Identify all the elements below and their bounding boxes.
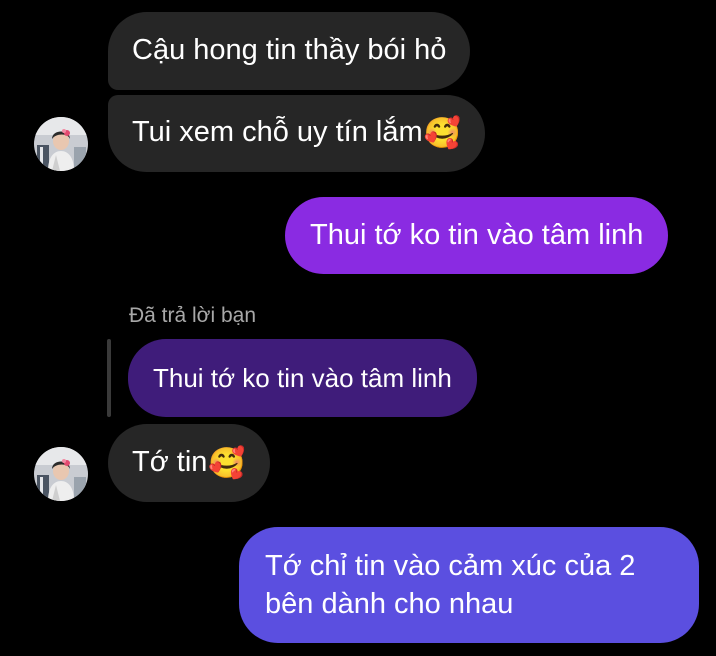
quoted-message-bubble[interactable]: Thui tớ ko tin vào tâm linh	[128, 339, 477, 417]
smiling-face-with-hearts-icon: 🥰	[423, 116, 461, 151]
message-text-line: Tớ chỉ tin vào cảm xúc của 2	[265, 550, 636, 582]
incoming-message-bubble[interactable]: Tớ tin🥰	[108, 424, 270, 502]
message-text: Tui xem chỗ uy tín lắm	[132, 116, 423, 148]
message-text: Thui tớ ko tin vào tâm linh	[310, 219, 644, 251]
contact-avatar-icon[interactable]	[34, 447, 88, 501]
outgoing-message-bubble[interactable]: Thui tớ ko tin vào tâm linh	[285, 197, 669, 274]
incoming-message-bubble[interactable]: Tui xem chỗ uy tín lắm🥰	[108, 95, 485, 172]
message-text-line: bên dành cho nhau	[265, 588, 514, 620]
chat-thread: Cậu hong tin thầy bói hỏ Tui xem chỗ uy …	[0, 0, 716, 656]
incoming-message-bubble[interactable]: Cậu hong tin thầy bói hỏ	[108, 12, 471, 90]
quoted-message-text: Thui tớ ko tin vào tâm linh	[153, 363, 452, 393]
reply-context-label: Đã trả lời bạn	[129, 304, 256, 327]
contact-avatar-icon[interactable]	[34, 117, 88, 171]
outgoing-message-bubble[interactable]: Tớ chỉ tin vào cảm xúc của 2 bên dành ch…	[239, 527, 699, 643]
reply-quote-bar	[107, 339, 111, 417]
message-text: Tớ tin	[132, 446, 208, 478]
smiling-face-with-hearts-icon: 🥰	[208, 446, 246, 481]
message-text: Cậu hong tin thầy bói hỏ	[132, 34, 447, 66]
